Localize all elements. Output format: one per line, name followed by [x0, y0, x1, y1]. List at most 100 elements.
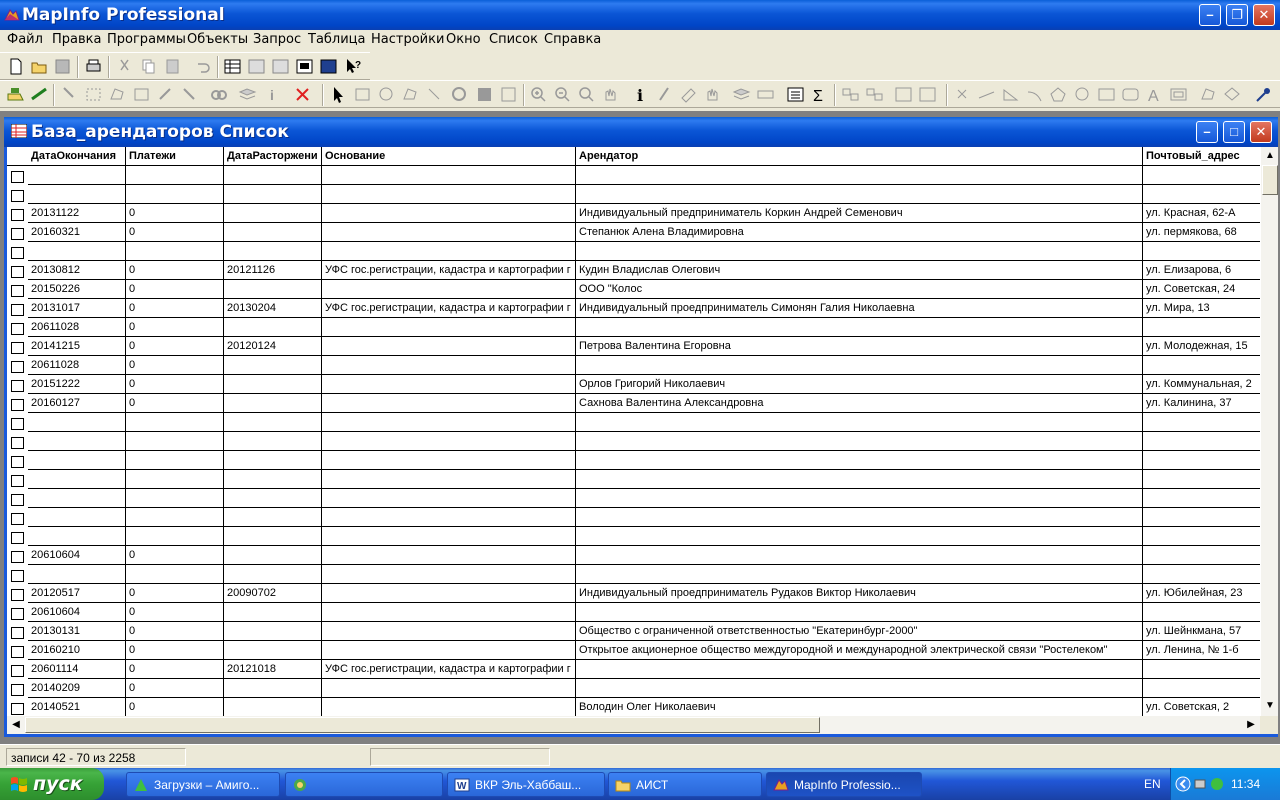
- start-button[interactable]: пуск: [0, 768, 104, 800]
- text-tool-icon[interactable]: A: [1144, 84, 1165, 105]
- table-cell[interactable]: Индивидуальный проедприниматель Рудаков …: [576, 584, 1143, 603]
- table-cell[interactable]: [1143, 185, 1260, 204]
- table-cell[interactable]: [322, 679, 576, 698]
- new-layout-icon[interactable]: [294, 56, 315, 77]
- table-cell[interactable]: [322, 204, 576, 223]
- table-cell[interactable]: [224, 698, 322, 716]
- table-cell[interactable]: 20160210: [28, 641, 126, 660]
- unselect-icon[interactable]: [449, 84, 470, 105]
- child-minimize-button[interactable]: –: [1196, 121, 1218, 143]
- table-cell[interactable]: [224, 432, 322, 451]
- graph-select-icon[interactable]: [498, 84, 519, 105]
- undo-icon[interactable]: [192, 56, 213, 77]
- row-select-checkbox[interactable]: [11, 380, 24, 392]
- table-cell[interactable]: [224, 546, 322, 565]
- task-folder[interactable]: АИСТ: [608, 772, 762, 797]
- row-select-checkbox[interactable]: [11, 266, 24, 278]
- table-cell[interactable]: ул. Молодежная, 15: [1143, 337, 1260, 356]
- table-cell[interactable]: 0: [126, 603, 224, 622]
- table-cell[interactable]: ул. Советская, 24: [1143, 280, 1260, 299]
- mapbasic-icon[interactable]: [29, 84, 50, 105]
- table-cell[interactable]: 20151222: [28, 375, 126, 394]
- horizontal-scrollbar[interactable]: ◀ ▶: [7, 716, 1260, 734]
- table-row[interactable]: 20140521 0 Володин Олег Николаевич ул. Сове…: [7, 698, 1260, 716]
- menu-file[interactable]: Файл: [7, 32, 43, 47]
- table-cell[interactable]: 20130204: [224, 299, 322, 318]
- table-cell[interactable]: 0: [126, 641, 224, 660]
- table-cell[interactable]: 20160127: [28, 394, 126, 413]
- cut-icon[interactable]: [114, 56, 135, 77]
- table-cell[interactable]: [28, 166, 126, 185]
- table-cell[interactable]: Индивидуальный предприниматель Коркин Ан…: [576, 204, 1143, 223]
- table-cell[interactable]: 0: [126, 660, 224, 679]
- table-cell[interactable]: [322, 318, 576, 337]
- minimize-button[interactable]: –: [1199, 4, 1221, 26]
- table-row[interactable]: [7, 413, 1260, 432]
- table-row[interactable]: 20120517 0 20090702 Индивидуальный проедпри…: [7, 584, 1260, 603]
- table-row[interactable]: 20611028 0: [7, 356, 1260, 375]
- table-cell[interactable]: 0: [126, 280, 224, 299]
- layer-ctrl2-icon[interactable]: [731, 84, 752, 105]
- table-cell[interactable]: [224, 565, 322, 584]
- scroll-up-icon[interactable]: ▲: [1262, 148, 1278, 164]
- map-layout-icon[interactable]: [917, 84, 938, 105]
- table-cell[interactable]: [322, 622, 576, 641]
- table-cell[interactable]: [1143, 508, 1260, 527]
- select-tool-icon[interactable]: [59, 84, 80, 105]
- row-select-checkbox[interactable]: [11, 532, 24, 544]
- table-row[interactable]: 20610604 0: [7, 546, 1260, 565]
- table-cell[interactable]: [1143, 413, 1260, 432]
- table-cell[interactable]: [28, 565, 126, 584]
- menu-edit[interactable]: Правка: [52, 32, 101, 47]
- column-header[interactable]: Почтовый_адрес: [1143, 147, 1260, 166]
- table-cell[interactable]: 20140521: [28, 698, 126, 716]
- table-cell[interactable]: [322, 584, 576, 603]
- table-cell[interactable]: [1143, 242, 1260, 261]
- table-row[interactable]: [7, 185, 1260, 204]
- arc-tool-icon[interactable]: [1024, 84, 1045, 105]
- table-cell[interactable]: [576, 527, 1143, 546]
- table-cell[interactable]: УФС гос.регистрации, кадастра и картогра…: [322, 261, 576, 280]
- legend-icon[interactable]: [785, 84, 806, 105]
- polyline-tool-icon[interactable]: [1000, 84, 1021, 105]
- table-cell[interactable]: [126, 432, 224, 451]
- hotlink-icon[interactable]: [654, 84, 675, 105]
- boundary-select-icon[interactable]: [424, 84, 445, 105]
- table-cell[interactable]: [28, 451, 126, 470]
- row-select-checkbox[interactable]: [11, 247, 24, 259]
- table-cell[interactable]: 0: [126, 546, 224, 565]
- table-cell[interactable]: [1143, 356, 1260, 375]
- scroll-right-icon[interactable]: ▶: [1243, 717, 1259, 733]
- table-cell[interactable]: 20130131: [28, 622, 126, 641]
- new-map-icon[interactable]: [246, 56, 267, 77]
- row-select-checkbox[interactable]: [11, 361, 24, 373]
- table-cell[interactable]: [322, 698, 576, 716]
- table-cell[interactable]: Степанюк Алена Владимировна: [576, 223, 1143, 242]
- table-cell[interactable]: [126, 527, 224, 546]
- child-close-button[interactable]: ✕: [1250, 121, 1272, 143]
- drag-map-icon[interactable]: [702, 84, 723, 105]
- table-cell[interactable]: [1143, 679, 1260, 698]
- tray-arrow-icon[interactable]: [1175, 776, 1191, 792]
- table-row[interactable]: 20151222 0 Орлов Григорий Николаевич ул. Ко…: [7, 375, 1260, 394]
- table-cell[interactable]: [1143, 451, 1260, 470]
- row-select-checkbox[interactable]: [11, 646, 24, 658]
- table-cell[interactable]: 0: [126, 204, 224, 223]
- column-header[interactable]: Платежи: [126, 147, 224, 166]
- open-icon[interactable]: [29, 56, 50, 77]
- table-cell[interactable]: [576, 546, 1143, 565]
- table-cell[interactable]: Индивидуальный проедприниматель Симонян …: [576, 299, 1143, 318]
- table-cell[interactable]: [1143, 318, 1260, 337]
- menu-programs[interactable]: Программы: [107, 32, 186, 47]
- table-row[interactable]: 20601114 0 20121018 УФС гос.регистрации, ка…: [7, 660, 1260, 679]
- table-cell[interactable]: Открытое акционерное общество междугород…: [576, 641, 1143, 660]
- task-app[interactable]: [285, 772, 443, 797]
- table-row[interactable]: 20160127 0 Сахнова Валентина Александровна…: [7, 394, 1260, 413]
- table-row[interactable]: [7, 242, 1260, 261]
- info-tool-gray-icon[interactable]: i: [262, 84, 283, 105]
- new-browser-icon[interactable]: [222, 56, 243, 77]
- invert-select-icon[interactable]: [474, 84, 495, 105]
- menu-table[interactable]: Таблица: [308, 32, 366, 47]
- table-cell[interactable]: [224, 508, 322, 527]
- table-cell[interactable]: [576, 413, 1143, 432]
